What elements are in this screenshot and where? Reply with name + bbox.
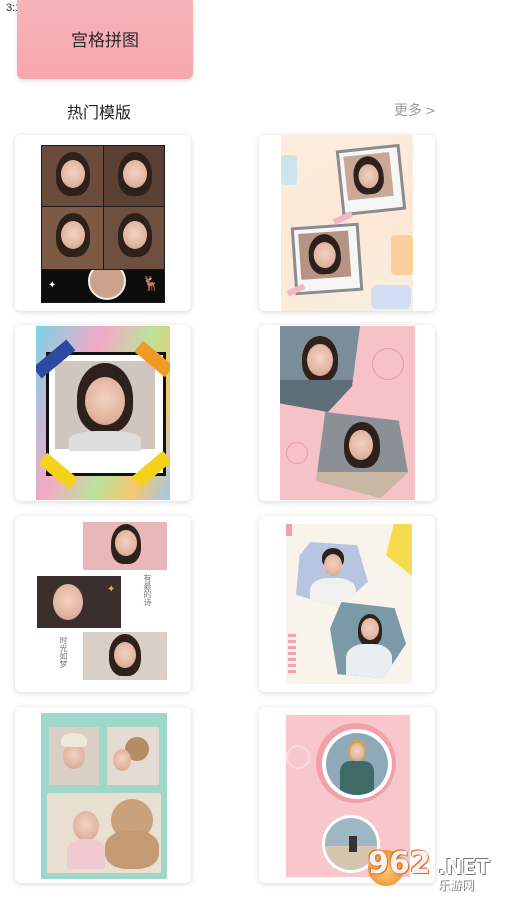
template-thumbnail bbox=[286, 524, 412, 684]
chevron-right-icon: > bbox=[425, 104, 436, 119]
watermark-number: 962 bbox=[368, 846, 431, 881]
template-card-4[interactable] bbox=[259, 325, 435, 501]
more-label: 更多 bbox=[394, 103, 422, 119]
section-title: 热门模版 bbox=[67, 103, 132, 122]
template-thumbnail bbox=[41, 713, 167, 879]
watermark-cn: 乐游网 bbox=[438, 878, 475, 892]
template-thumbnail: ✦ 有最的诗 时光如梦 bbox=[35, 516, 169, 688]
template-thumbnail bbox=[280, 326, 415, 500]
template-thumbnail bbox=[36, 326, 170, 500]
poem-right-text: 有最的诗 bbox=[143, 574, 152, 606]
grid-puzzle-button[interactable]: 宫格拼图 bbox=[17, 0, 193, 79]
template-card-3[interactable] bbox=[15, 325, 191, 501]
template-thumbnail: ✦ 🦌 bbox=[41, 145, 165, 303]
grid-puzzle-label: 宫格拼图 bbox=[71, 31, 139, 51]
template-card-6[interactable] bbox=[259, 516, 435, 692]
more-link[interactable]: 更多 > bbox=[394, 100, 436, 120]
template-thumbnail bbox=[281, 135, 413, 311]
watermark-logo: 962 .NET 乐游网 bbox=[368, 846, 498, 894]
template-card-5[interactable]: ✦ 有最的诗 时光如梦 bbox=[15, 516, 191, 692]
template-card-1[interactable]: ✦ 🦌 bbox=[15, 135, 191, 311]
template-card-7[interactable] bbox=[15, 707, 191, 883]
template-card-2[interactable] bbox=[259, 135, 435, 311]
poem-left-text: 时光如梦 bbox=[59, 636, 68, 668]
